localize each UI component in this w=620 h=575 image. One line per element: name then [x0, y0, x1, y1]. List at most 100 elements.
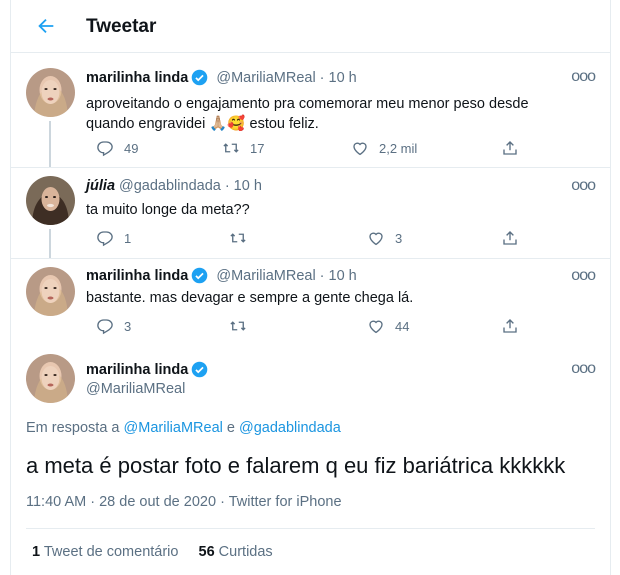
like-button[interactable]: 2,2 mil — [351, 139, 417, 157]
avatar[interactable] — [26, 354, 75, 403]
author-handle-row: @MariliaMReal — [86, 381, 185, 397]
avatar[interactable] — [26, 267, 75, 316]
timestamp[interactable]: 10 h — [234, 178, 262, 194]
tweet-source[interactable]: Twitter for iPhone — [229, 494, 342, 510]
back-button[interactable] — [32, 12, 60, 40]
tweet-stats: 1 Tweet de comentário 56 Curtidas — [32, 544, 273, 560]
more-options-icon[interactable]: ooo — [571, 68, 596, 86]
heart-icon — [369, 320, 383, 334]
like-button[interactable]: 3 — [367, 229, 402, 247]
handle[interactable]: @gadablindada — [119, 178, 221, 194]
handle[interactable]: @MariliaMReal — [216, 268, 315, 284]
retweet-count: 17 — [250, 140, 265, 156]
display-name[interactable]: júlia — [86, 178, 115, 194]
tweet-text-line2-b: estou feliz. — [249, 116, 319, 132]
tweet-actions: 1 3 — [86, 229, 526, 249]
retweet-button[interactable] — [229, 317, 257, 335]
tweet-text-line1: aproveitando o engajamento pra comemorar… — [86, 96, 529, 112]
avatar[interactable] — [26, 176, 75, 225]
retweet-icon — [230, 321, 246, 331]
tweet-text: bastante. mas devagar e sempre a gente c… — [86, 290, 414, 306]
reply-context: Em resposta a @MariliaMReal e @gadablind… — [26, 420, 341, 436]
retweet-button[interactable]: 17 — [222, 139, 264, 157]
thread-line — [49, 229, 51, 258]
separator-dot: · — [319, 69, 325, 86]
share-icon — [503, 319, 517, 333]
separator-dot: · — [319, 267, 325, 284]
author-name-row: marilinha linda — [86, 361, 212, 378]
share-button[interactable] — [501, 229, 519, 247]
share-icon — [503, 231, 517, 245]
avatar[interactable] — [26, 68, 75, 117]
tweet-2[interactable]: júlia @gadablindada · 10 h ooo ta muito … — [10, 168, 611, 258]
reply-count: 49 — [124, 140, 139, 156]
tweet-text-line2: quando engravidei 🙏🏼🥰 estou feliz. — [86, 114, 591, 134]
handle[interactable]: @MariliaMReal — [86, 381, 185, 397]
handle[interactable]: @MariliaMReal — [216, 70, 315, 86]
timestamp[interactable]: 10 h — [329, 268, 357, 284]
thread-line — [49, 121, 51, 167]
heart-icon — [353, 142, 367, 156]
reply-icon — [97, 319, 113, 335]
quote-label: Tweet de comentário — [43, 544, 179, 560]
reply-button[interactable]: 1 — [96, 229, 131, 247]
more-options-icon[interactable]: ooo — [571, 177, 596, 195]
reply-icon — [97, 231, 113, 247]
like-count: 3 — [395, 230, 403, 246]
reply-prefix: Em resposta a — [26, 420, 120, 436]
emoji: 🙏🏼🥰 — [209, 116, 246, 132]
tweet-1[interactable]: marilinha linda @MariliaMReal · 10 h ooo… — [10, 53, 611, 167]
reply-button[interactable]: 3 — [96, 317, 131, 335]
reply-button[interactable]: 49 — [96, 139, 138, 157]
likes-stat[interactable]: 56 Curtidas — [199, 544, 273, 560]
share-icon — [503, 141, 517, 155]
tweet-header: marilinha linda @MariliaMReal · 10 h — [86, 267, 357, 284]
tweet-date[interactable]: 28 de out de 2020 — [99, 494, 216, 510]
reply-count: 3 — [124, 318, 132, 334]
retweet-icon — [223, 143, 239, 153]
quote-count: 1 — [32, 544, 41, 560]
tweet-text: aproveitando o engajamento pra comemorar… — [86, 94, 591, 134]
like-count: 44 — [395, 318, 410, 334]
more-options-icon[interactable]: ooo — [571, 267, 596, 285]
timestamp[interactable]: 10 h — [329, 70, 357, 86]
verified-badge-icon — [192, 267, 208, 284]
reply-user-link[interactable]: @MariliaMReal — [124, 420, 223, 436]
header: Tweetar — [10, 0, 611, 53]
separator-dot: · — [224, 178, 230, 194]
tweet-header: júlia @gadablindada · 10 h — [86, 178, 262, 194]
verified-badge-icon — [192, 361, 208, 378]
share-button[interactable] — [501, 139, 519, 157]
page-title: Tweetar — [86, 16, 157, 37]
like-button[interactable]: 44 — [367, 317, 409, 335]
main-tweet: marilinha linda @MariliaMReal ooo — [10, 347, 611, 417]
likes-total: 56 — [198, 544, 215, 560]
tweet-3[interactable]: marilinha linda @MariliaMReal · 10 h ooo… — [10, 259, 611, 347]
reply-and: e — [226, 420, 235, 436]
tweet-time[interactable]: 11:40 AM — [26, 494, 86, 510]
quote-tweets-stat[interactable]: 1 Tweet de comentário — [32, 544, 178, 560]
display-name[interactable]: marilinha linda — [86, 268, 188, 284]
reply-icon — [97, 141, 113, 157]
reply-user-link[interactable]: @gadablindada — [239, 420, 341, 436]
heart-icon — [369, 232, 383, 246]
tweet-actions: 3 44 — [86, 317, 526, 337]
tweet-timestamp-row: 11:40 AM · 28 de out de 2020 · Twitter f… — [26, 494, 342, 510]
arrow-left-icon — [38, 18, 54, 34]
verified-badge-icon — [192, 69, 208, 86]
likes-label: Curtidas — [218, 544, 273, 560]
separator-dot: · — [90, 494, 96, 510]
reply-count: 1 — [124, 230, 132, 246]
more-options-icon[interactable]: ooo — [571, 360, 596, 378]
retweet-icon — [230, 233, 246, 243]
tweet-actions: 49 17 2,2 mil — [86, 139, 526, 159]
separator-dot: · — [220, 494, 225, 510]
divider — [26, 528, 595, 529]
display-name[interactable]: marilinha linda — [86, 70, 188, 86]
retweet-button[interactable] — [229, 229, 257, 247]
tweet-text: ta muito longe da meta?? — [86, 202, 250, 218]
display-name[interactable]: marilinha linda — [86, 362, 188, 378]
share-button[interactable] — [501, 317, 519, 335]
like-count: 2,2 mil — [379, 140, 418, 156]
tweet-text-line2-a: quando engravidei — [86, 116, 206, 132]
